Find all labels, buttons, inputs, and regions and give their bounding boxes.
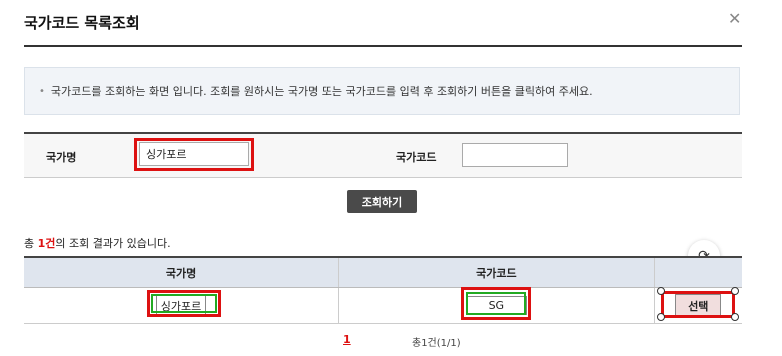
highlight-box-inner [151,294,217,313]
search-button[interactable]: 조회하기 [347,190,417,213]
resize-handle[interactable] [731,313,739,321]
highlight-box [134,138,254,171]
close-icon[interactable]: ✕ [728,11,741,27]
resize-handle[interactable] [657,313,665,321]
page-total: 총1건(1/1) [412,338,461,349]
search-panel [24,132,742,178]
count-suffix: 의 조회 결과가 있습니다. [55,237,171,250]
table-header-row: 국가명 국가코드 [24,256,742,288]
column-header: 국가코드 [338,256,655,288]
country-name-label: 국가명 [46,151,77,164]
dialog-title: 국가코드 목록조회 [24,14,140,32]
highlight-box-inner [466,292,526,315]
country-code-label: 국가코드 [396,151,437,164]
country-code-input[interactable] [462,143,568,167]
column-header [654,256,742,288]
title-divider [24,45,742,47]
country-code-dialog: 국가코드 목록조회 ✕ • 국가코드를 조회하는 화면 입니다. 조회를 원하시… [0,0,782,356]
selection-box [661,291,735,318]
resize-handle[interactable] [731,287,739,295]
info-text: 국가코드를 조회하는 화면 입니다. 조회를 원하시는 국가명 또는 국가코드를… [50,85,593,98]
count-number: 1건 [37,237,56,250]
count-prefix: 총 [24,237,38,250]
result-count: 총 1건의 조회 결과가 있습니다. [24,235,171,251]
bullet-icon: • [39,85,45,97]
page-link-current[interactable]: 1 [343,333,351,346]
column-header: 국가명 [24,256,340,288]
info-box: • 국가코드를 조회하는 화면 입니다. 조회를 원하시는 국가명 또는 국가코… [24,67,740,115]
table-row[interactable]: 싱가포르 SG 선택 [24,287,742,324]
resize-handle[interactable] [657,287,665,295]
results-table: 국가명 국가코드 싱가포르 SG 선택 [24,256,742,324]
